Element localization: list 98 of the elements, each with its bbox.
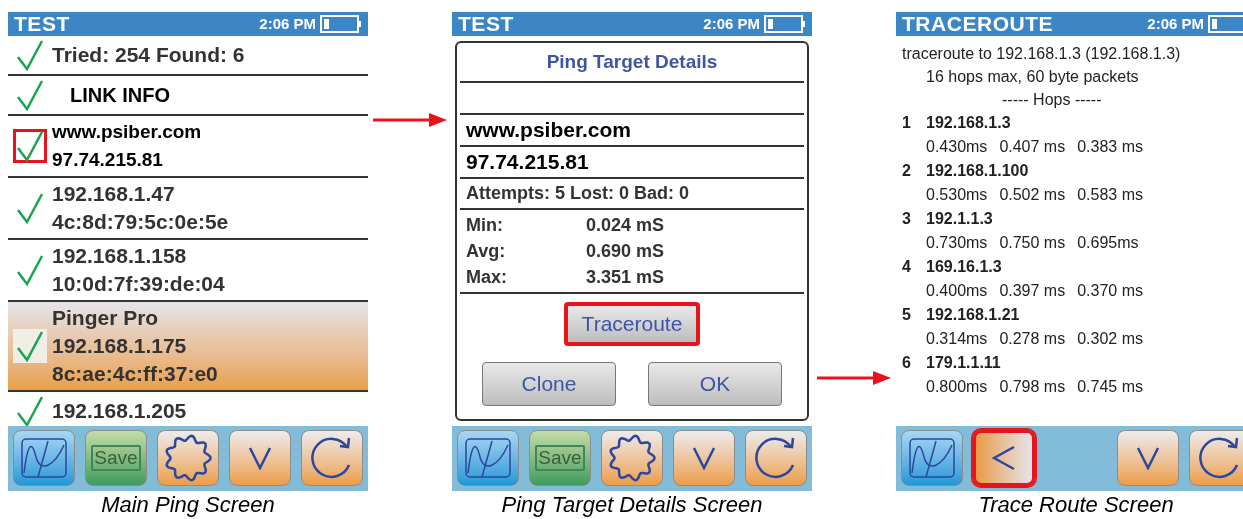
row-text: 4c:8d:79:5c:0e:5e [52, 209, 229, 235]
hop-time: 0.750 ms [999, 233, 1066, 253]
row-text: 192.168.1.175 [52, 333, 188, 359]
battery-icon [764, 15, 806, 33]
clock-text: 2:06 PM [1147, 14, 1204, 34]
row-text: 8c:ae:4c:ff:37:e0 [52, 361, 218, 387]
battery-icon [320, 15, 362, 33]
row-text: 97.74.215.81 [52, 148, 164, 172]
stat-label: Min: [466, 214, 504, 237]
settings-button[interactable] [601, 430, 663, 486]
hop-address: 169.16.1.3 [926, 257, 1002, 277]
dialog-title: Ping Target Details [546, 49, 718, 74]
row-text: 10:0d:7f:39:de:04 [52, 271, 225, 297]
stat-label: Max: [466, 266, 508, 289]
hop-time: 0.695ms [1077, 233, 1139, 253]
hop-address: 192.1.1.3 [926, 209, 993, 229]
clock-text: 2:06 PM [259, 14, 316, 34]
hop-time: 0.745 ms [1077, 377, 1143, 397]
stat-value: 0.690 mS [586, 240, 665, 263]
chevron-down-icon [248, 446, 272, 470]
hop-number: 2 [902, 161, 912, 181]
stat-value: 3.351 mS [586, 266, 665, 289]
hop-number: 5 [902, 305, 912, 325]
row-text: 192.168.1.158 [52, 243, 188, 269]
stat-value: 0.024 mS [586, 214, 665, 237]
hop-time: 0.530ms [926, 185, 988, 205]
row-text: Tried: 254 Found: 6 [52, 42, 245, 68]
chevron-left-icon [992, 445, 1016, 471]
settings-button[interactable] [157, 430, 219, 486]
hop-time: 0.407 ms [999, 137, 1066, 157]
screen-caption: Ping Target Details Screen [501, 491, 763, 519]
hop-address: 192.168.1.100 [926, 161, 1029, 181]
down-button[interactable] [229, 430, 291, 486]
back-button[interactable] [973, 430, 1035, 486]
list-row[interactable]: Pinger Pro 192.168.1.175 8c:ae:4c:ff:37:e0 [8, 302, 368, 392]
row-text: Pinger Pro [52, 305, 160, 331]
hop-time: 0.798 ms [999, 377, 1066, 397]
screen-caption: Trace Route Screen [978, 491, 1174, 519]
screen-caption: Main Ping Screen [101, 491, 275, 519]
check-icon [16, 79, 44, 111]
hop-address: 179.1.1.11 [926, 353, 1001, 373]
ip-address: 97.74.215.81 [466, 149, 589, 176]
hop-address: 192.168.1.3 [926, 113, 1011, 133]
gear-icon [608, 434, 656, 482]
clone-button[interactable]: Clone [482, 362, 616, 406]
hop-number: 4 [902, 257, 912, 277]
ping-summary: Attempts: 5 Lost: 0 Bad: 0 [466, 182, 690, 205]
trace-info: ----- Hops ----- [1002, 90, 1102, 110]
check-icon [16, 39, 44, 71]
hop-time: 0.314ms [926, 329, 988, 349]
hop-number: 3 [902, 209, 912, 229]
row-text: www.psiber.com [52, 120, 202, 144]
down-button[interactable] [1117, 430, 1179, 486]
hop-number: 1 [902, 113, 912, 133]
clock-text: 2:06 PM [703, 14, 760, 34]
chevron-down-icon [1136, 446, 1160, 470]
refresh-button[interactable] [1189, 430, 1243, 486]
screen-title: TRACEROUTE [902, 12, 1054, 36]
screen-title: TEST [14, 12, 70, 36]
hop-time: 0.583 ms [1077, 185, 1143, 205]
screen-title: TEST [458, 12, 514, 36]
graph-button[interactable] [13, 430, 75, 486]
graph-icon [908, 437, 956, 479]
check-icon [16, 192, 44, 224]
check-icon [16, 330, 44, 362]
graph-icon [20, 437, 68, 479]
check-icon [16, 395, 44, 426]
hop-time: 0.397 ms [999, 281, 1066, 301]
refresh-button[interactable] [301, 430, 363, 486]
hop-time: 0.302 ms [1077, 329, 1143, 349]
trace-info: traceroute to 192.168.1.3 (192.168.1.3) [902, 44, 1181, 64]
hop-time: 0.502 ms [999, 185, 1066, 205]
gear-icon [164, 434, 212, 482]
row-text: LINK INFO [69, 83, 170, 108]
hop-time: 0.383 ms [1077, 137, 1143, 157]
row-text: 192.168.1.47 [52, 181, 176, 207]
hop-time: 0.370 ms [1077, 281, 1143, 301]
chevron-down-icon [692, 446, 716, 470]
ok-button[interactable]: OK [648, 362, 782, 406]
host-name: www.psiber.com [466, 117, 631, 144]
hop-time: 0.730ms [926, 233, 988, 253]
refresh-button[interactable] [745, 430, 807, 486]
hop-number: 6 [902, 353, 912, 373]
hop-time: 0.278 ms [999, 329, 1066, 349]
graph-button[interactable] [457, 430, 519, 486]
traceroute-button[interactable]: Traceroute [564, 302, 700, 346]
battery-icon [1208, 15, 1243, 33]
graph-button[interactable] [901, 430, 963, 486]
hop-address: 192.168.1.21 [926, 305, 1020, 325]
hop-time: 0.400ms [926, 281, 988, 301]
trace-info: 16 hops max, 60 byte packets [926, 67, 1139, 87]
hop-time: 0.430ms [926, 137, 988, 157]
row-text: 192.168.1.205 [52, 398, 187, 424]
hop-time: 0.800ms [926, 377, 988, 397]
stat-label: Avg: [466, 240, 507, 263]
graph-icon [464, 437, 512, 479]
down-button[interactable] [673, 430, 735, 486]
check-icon [16, 254, 44, 286]
